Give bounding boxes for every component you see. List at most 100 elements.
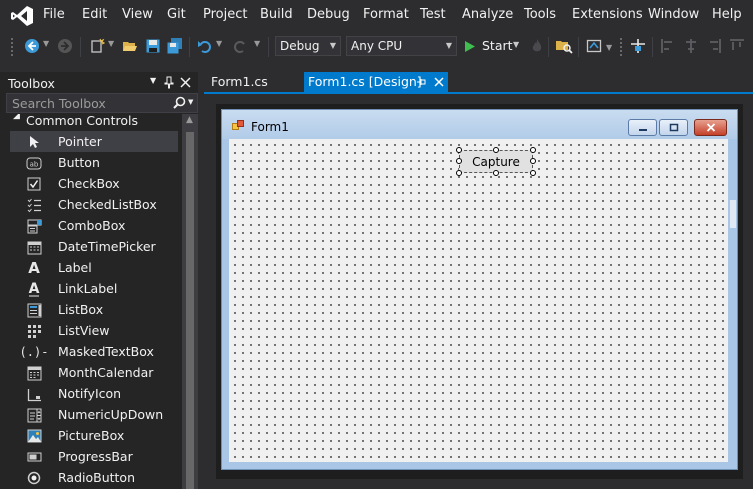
toolbox-list: ◢ Common Controls Pointer ab Button CheckBo… bbox=[0, 114, 180, 489]
find-in-files-icon[interactable] bbox=[555, 37, 573, 55]
home-dropdown-icon[interactable]: ▼ bbox=[606, 43, 612, 52]
toolbox-item-button[interactable]: ab Button bbox=[10, 152, 178, 173]
selection-handle[interactable] bbox=[530, 170, 536, 176]
minimize-button[interactable] bbox=[628, 119, 657, 136]
toolbox-item-progressbar[interactable]: ProgressBar bbox=[10, 446, 178, 467]
toolbox-search-box[interactable]: Search Toolbox ▼ bbox=[6, 93, 198, 113]
save-all-icon[interactable] bbox=[166, 37, 184, 55]
toolbox-item-checkbox[interactable]: CheckBox bbox=[10, 173, 178, 194]
menu-view[interactable]: View bbox=[122, 7, 153, 22]
save-icon[interactable] bbox=[144, 37, 162, 55]
form1-window[interactable]: Form1 Capture bbox=[221, 109, 738, 470]
toolbox-item-listbox[interactable]: ListBox bbox=[10, 299, 178, 320]
selection-handle[interactable] bbox=[493, 170, 499, 176]
menu-file[interactable]: File bbox=[43, 7, 65, 22]
toolbox-item-label: Button bbox=[58, 155, 100, 170]
selection-handle[interactable] bbox=[456, 170, 462, 176]
close-tab-icon[interactable] bbox=[434, 77, 444, 87]
selection-handle[interactable] bbox=[530, 158, 536, 164]
menu-build[interactable]: Build bbox=[260, 7, 293, 22]
toolbar-grip[interactable] bbox=[10, 37, 14, 57]
toolbox-item-label: NumericUpDown bbox=[58, 407, 164, 422]
tab-form1-cs[interactable]: Form1.cs bbox=[204, 72, 302, 92]
scroll-up-icon[interactable]: ▲ bbox=[186, 115, 193, 125]
new-dropdown-icon[interactable]: ▼ bbox=[108, 39, 114, 48]
toolbox-item-combobox[interactable]: ComboBox bbox=[10, 215, 178, 236]
svg-text:A: A bbox=[29, 281, 40, 297]
toolbox-item-numericupdown[interactable]: NumericUpDown bbox=[10, 404, 178, 425]
solution-platform-combo[interactable]: Any CPU ▼ bbox=[346, 36, 457, 56]
window-position-dropdown-icon[interactable]: ▼ bbox=[150, 76, 156, 85]
home-icon[interactable] bbox=[585, 37, 603, 55]
menu-project[interactable]: Project bbox=[203, 7, 247, 22]
toolbox-item-pointer[interactable]: Pointer bbox=[10, 131, 178, 152]
toolbox-header[interactable]: Toolbox ▼ bbox=[0, 72, 198, 92]
redo-icon[interactable] bbox=[231, 37, 249, 55]
menu-help[interactable]: Help bbox=[712, 7, 742, 22]
toolbox-item-datetimepicker[interactable]: DateTimePicker bbox=[10, 236, 178, 257]
pin-icon[interactable] bbox=[164, 76, 174, 89]
toolbox-item-maskedtextbox[interactable]: (.)- MaskedTextBox bbox=[10, 341, 178, 362]
toolbox-item-monthcalendar[interactable]: MonthCalendar bbox=[10, 362, 178, 383]
menu-extensions[interactable]: Extensions bbox=[572, 7, 643, 22]
toolbox-item-picturebox[interactable]: PictureBox bbox=[10, 425, 178, 446]
maximize-button[interactable] bbox=[659, 119, 688, 136]
search-options-dropdown-icon[interactable]: ▼ bbox=[188, 98, 193, 106]
align-rights-icon[interactable] bbox=[705, 37, 723, 55]
menu-git[interactable]: Git bbox=[167, 7, 186, 22]
navigate-back-icon[interactable] bbox=[23, 37, 41, 55]
open-folder-icon[interactable] bbox=[121, 37, 139, 55]
toolbox-group-common-controls[interactable]: ◢ Common Controls bbox=[0, 114, 180, 128]
start-debugging-button[interactable]: Start ▼ bbox=[464, 38, 526, 56]
menu-analyze[interactable]: Analyze bbox=[462, 7, 513, 22]
menu-tools[interactable]: Tools bbox=[524, 7, 556, 22]
tab-form1-design[interactable]: Form1.cs [Design] bbox=[304, 72, 448, 92]
toolbox-item-linklabel[interactable]: A LinkLabel bbox=[10, 278, 178, 299]
menu-test[interactable]: Test bbox=[420, 7, 446, 22]
redo-dropdown-icon[interactable]: ▼ bbox=[254, 39, 260, 48]
navigate-forward-icon[interactable] bbox=[56, 37, 74, 55]
picturebox-icon bbox=[26, 428, 42, 444]
start-dropdown-icon[interactable]: ▼ bbox=[513, 40, 519, 49]
selection-handle[interactable] bbox=[456, 147, 462, 153]
radiobutton-icon bbox=[26, 470, 42, 486]
menu-format[interactable]: Format bbox=[363, 7, 409, 22]
align-centers-icon[interactable] bbox=[682, 37, 700, 55]
pointer-icon bbox=[26, 134, 42, 150]
selection-handle[interactable] bbox=[493, 147, 499, 153]
toolbox-item-label[interactable]: A Label bbox=[10, 257, 178, 278]
configuration-value: Debug bbox=[280, 39, 320, 53]
align-to-grid-icon[interactable] bbox=[629, 37, 647, 55]
toolbox-item-checkedlistbox[interactable]: CheckedListBox bbox=[10, 194, 178, 215]
toolbox-item-notifyicon[interactable]: NotifyIcon bbox=[10, 383, 178, 404]
toolbar-grip[interactable] bbox=[619, 37, 623, 57]
progressbar-icon bbox=[26, 449, 42, 465]
close-window-button[interactable] bbox=[694, 119, 727, 136]
toolbox-panel: Toolbox ▼ Search Toolbox ▼ ◢ Common Cont… bbox=[0, 72, 198, 489]
pin-icon[interactable] bbox=[416, 77, 426, 87]
undo-dropdown-icon[interactable]: ▼ bbox=[216, 39, 222, 48]
toolbox-item-listview[interactable]: ListView bbox=[10, 320, 178, 341]
menu-debug[interactable]: Debug bbox=[307, 7, 350, 22]
search-placeholder: Search Toolbox bbox=[12, 96, 106, 111]
solution-configuration-combo[interactable]: Debug ▼ bbox=[275, 36, 341, 56]
visual-studio-logo-icon[interactable] bbox=[10, 5, 34, 27]
search-icon[interactable] bbox=[173, 96, 186, 110]
hot-reload-icon[interactable] bbox=[528, 37, 546, 55]
align-tops-icon[interactable] bbox=[728, 37, 746, 55]
toolbox-item-radiobutton[interactable]: RadioButton bbox=[10, 467, 178, 488]
back-dropdown-icon[interactable]: ▼ bbox=[43, 39, 49, 48]
toolbox-scroll-thumb[interactable] bbox=[186, 132, 194, 489]
maskedtextbox-icon: (.)- bbox=[19, 345, 49, 359]
form-client-area[interactable]: Capture bbox=[229, 139, 728, 462]
menu-edit[interactable]: Edit bbox=[82, 7, 107, 22]
selection-handle[interactable] bbox=[530, 147, 536, 153]
new-project-icon[interactable] bbox=[88, 37, 106, 55]
menu-window[interactable]: Window bbox=[648, 7, 699, 22]
undo-icon[interactable] bbox=[196, 37, 214, 55]
selection-handle[interactable] bbox=[456, 158, 462, 164]
form-title-bar[interactable]: Form1 bbox=[222, 110, 737, 139]
close-icon[interactable] bbox=[180, 77, 191, 88]
listview-icon bbox=[26, 323, 42, 339]
align-lefts-icon[interactable] bbox=[659, 37, 677, 55]
